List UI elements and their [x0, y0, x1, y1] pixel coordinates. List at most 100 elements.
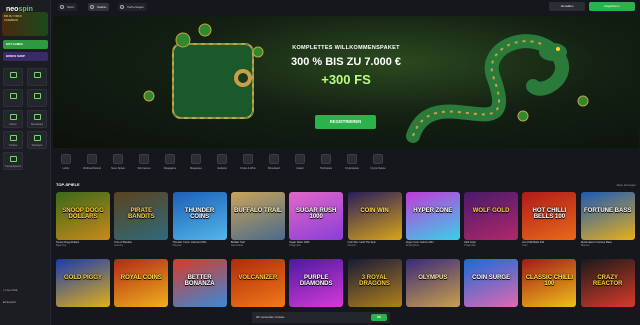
game-card[interactable]: CLASSIC CHILLI 100: [522, 259, 577, 307]
game-card[interactable]: HOT CHILLI BELLS 100: [522, 192, 577, 240]
game-caption[interactable]: Wolf Gold Pragmatic: [464, 241, 518, 247]
game-card[interactable]: SNOOP DOGG DOLLARS: [56, 192, 110, 240]
game-provider: Playson: [580, 244, 590, 248]
game-art-title: HOT CHILLI BELLS 100: [532, 208, 567, 220]
sidebar-tile-sport[interactable]: Sportwetten: [27, 110, 47, 128]
crypto-games-icon: [373, 154, 383, 164]
cookie-bar: Wir verwenden Cookies OK: [252, 312, 390, 323]
category-megagame[interactable]: Megagame: [157, 152, 183, 178]
sidebar-tile-promotions[interactable]: Werbegen: [27, 131, 47, 149]
tree-icon: [87, 154, 97, 164]
game-caption[interactable]: Pots of Bandits Gamzix: [114, 241, 168, 247]
game-art-title: SNOOP DOGG DOLLARS: [62, 208, 104, 220]
game-art-title: SUGAR RUSH 1000: [296, 208, 337, 220]
bonus-shop-button[interactable]: BONUS SHOP: [3, 52, 48, 61]
game-art-title: CLASSIC CHILLI 100: [525, 275, 574, 287]
hero-register-button[interactable]: REGISTRIEREN: [315, 115, 376, 129]
game-card[interactable]: FORTUNE BASS: [580, 192, 635, 240]
game-caption[interactable]: Snoop Dogg Dollars Bgaming: [56, 241, 110, 247]
language-selector[interactable]: ■ Deutsch: [3, 300, 16, 304]
game-card[interactable]: BETTER BONANZA: [172, 259, 227, 307]
game-card[interactable]: OLYMPUS: [405, 259, 460, 307]
sidebar: neospin BIS ZU 7.000 € CASHBACK HOT GAME…: [0, 0, 51, 325]
gift-icon: [34, 135, 41, 141]
game-art-title: GOLD PIGGY: [63, 275, 102, 281]
cookie-ok-button[interactable]: OK: [371, 314, 387, 321]
sidebar-promo-banner[interactable]: BIS ZU 7.000 € CASHBACK: [2, 12, 48, 36]
new-icon: [113, 154, 123, 164]
game-provider: Endorphina: [405, 244, 420, 248]
game-art-title: COIN WIN: [360, 208, 389, 214]
hero-title: 300 % BIS ZU 7.000 €: [290, 56, 402, 68]
game-card[interactable]: COIN SURGE: [464, 259, 519, 307]
login-button[interactable]: Anmelden: [549, 2, 585, 11]
category-jackpots[interactable]: Jackpots: [209, 152, 235, 178]
sidebar-tile-icon: [10, 93, 17, 99]
game-caption[interactable]: Hyper Coin: Hold to Win Endorphina: [406, 241, 460, 247]
sidebar-tile[interactable]: [27, 68, 47, 86]
category-crypto[interactable]: Kryptospiele: [339, 152, 365, 178]
game-card[interactable]: ROYAL COINS: [114, 259, 169, 307]
game-card[interactable]: PIRATE BANDITS: [114, 192, 169, 240]
game-provider: Gamebeat: [230, 244, 244, 248]
game-card[interactable]: PURPLE DIAMONDS: [289, 259, 344, 307]
game-caption[interactable]: Coin Win: Hold The Spin Gamzix: [348, 241, 402, 247]
game-card[interactable]: COIN WIN: [347, 192, 402, 240]
game-provider: Pragmatic: [464, 244, 476, 248]
sport-icon: [34, 114, 41, 120]
tab-predictions[interactable]: Vorhersagen: [118, 3, 148, 11]
tab-sport[interactable]: Sport: [58, 3, 78, 11]
game-provider: Gamzix: [114, 244, 124, 248]
category-bonus-buy[interactable]: Bonuskauf: [261, 152, 287, 178]
sidebar-tile-casino[interactable]: Kasino: [3, 110, 23, 128]
category-crypto-games[interactable]: Crypto Spiele: [365, 152, 391, 178]
sidebar-tile[interactable]: [27, 89, 47, 107]
game-caption[interactable]: Sugar Rush 1000 Pragmatic: [289, 241, 343, 247]
tab-casino[interactable]: Casino: [88, 3, 110, 11]
sidebar-tile-loyalty[interactable]: Treueprogramm: [3, 152, 23, 170]
hero-subtitle: KOMPLETTES WILLKOMMENSPAKET: [292, 45, 400, 51]
cookie-text: Wir verwenden Cookies: [256, 316, 285, 319]
category-megaways[interactable]: Megaways: [183, 152, 209, 178]
category-instant[interactable]: Instant: [287, 152, 313, 178]
hot-games-button[interactable]: HOT GAMES: [3, 40, 48, 49]
game-caption[interactable]: Thunder Coins: Hold and Win Playson: [173, 241, 227, 247]
game-card[interactable]: BUFFALO TRAIL: [230, 192, 285, 240]
game-card[interactable]: VOLCANIZER: [230, 259, 285, 307]
category-slots[interactable]: Slot Games: [131, 152, 157, 178]
sidebar-tile[interactable]: [3, 68, 23, 86]
sidebar-tile-tournaments[interactable]: Turniere: [3, 131, 23, 149]
category-lobby[interactable]: Lobby: [53, 152, 79, 178]
instant-icon: [295, 154, 305, 164]
game-caption[interactable]: Hot Chilli Bells 100 Fazi: [522, 241, 576, 247]
top-bar: Sport Casino Vorhersagen Anmelden Regist…: [52, 0, 640, 14]
game-provider: Playson: [172, 244, 182, 248]
category-new[interactable]: Neue Spiele: [105, 152, 131, 178]
game-provider: Gamzix: [347, 244, 357, 248]
game-card[interactable]: WOLF GOLD: [464, 192, 519, 240]
game-card[interactable]: SUGAR RUSH 1000: [289, 192, 344, 240]
category-drops-wins[interactable]: Drops & Wins: [235, 152, 261, 178]
megaways-icon: [191, 154, 201, 164]
sidebar-tile[interactable]: [3, 89, 23, 107]
game-caption[interactable]: Duckmaker's Fortune Bass Playson: [581, 241, 635, 247]
game-card[interactable]: GOLD PIGGY: [56, 259, 110, 307]
slot-icon: [139, 154, 149, 164]
category-bar: Lobby Weihnachtsland Neue Spiele Slot Ga…: [53, 152, 639, 178]
game-caption[interactable]: Buffalo Trail Gamebeat: [231, 241, 285, 247]
category-table[interactable]: Tischspiele: [313, 152, 339, 178]
carousel-dots[interactable]: [332, 137, 348, 148]
game-card[interactable]: 3 ROYAL DRAGONS: [347, 259, 402, 307]
game-art-title: FORTUNE BASS: [584, 208, 632, 214]
live-chat-link[interactable]: ● Live Chat: [3, 288, 17, 292]
register-button[interactable]: Registrieren: [589, 2, 635, 11]
hero-banner[interactable]: KOMPLETTES WILLKOMMENSPAKET 300 % BIS ZU…: [53, 16, 639, 148]
casino-chip-icon: [90, 5, 94, 9]
game-card[interactable]: HYPER ZONE: [405, 192, 460, 240]
game-card[interactable]: THUNDER COINS: [172, 192, 227, 240]
game-card[interactable]: CRAZY REACTOR: [580, 259, 635, 307]
sidebar-tile-icon: [10, 72, 17, 78]
category-christmas[interactable]: Weihnachtsland: [79, 152, 105, 178]
show-all-link[interactable]: Alles anzeigen: [616, 183, 636, 187]
game-art-title: HYPER ZONE: [413, 208, 453, 214]
